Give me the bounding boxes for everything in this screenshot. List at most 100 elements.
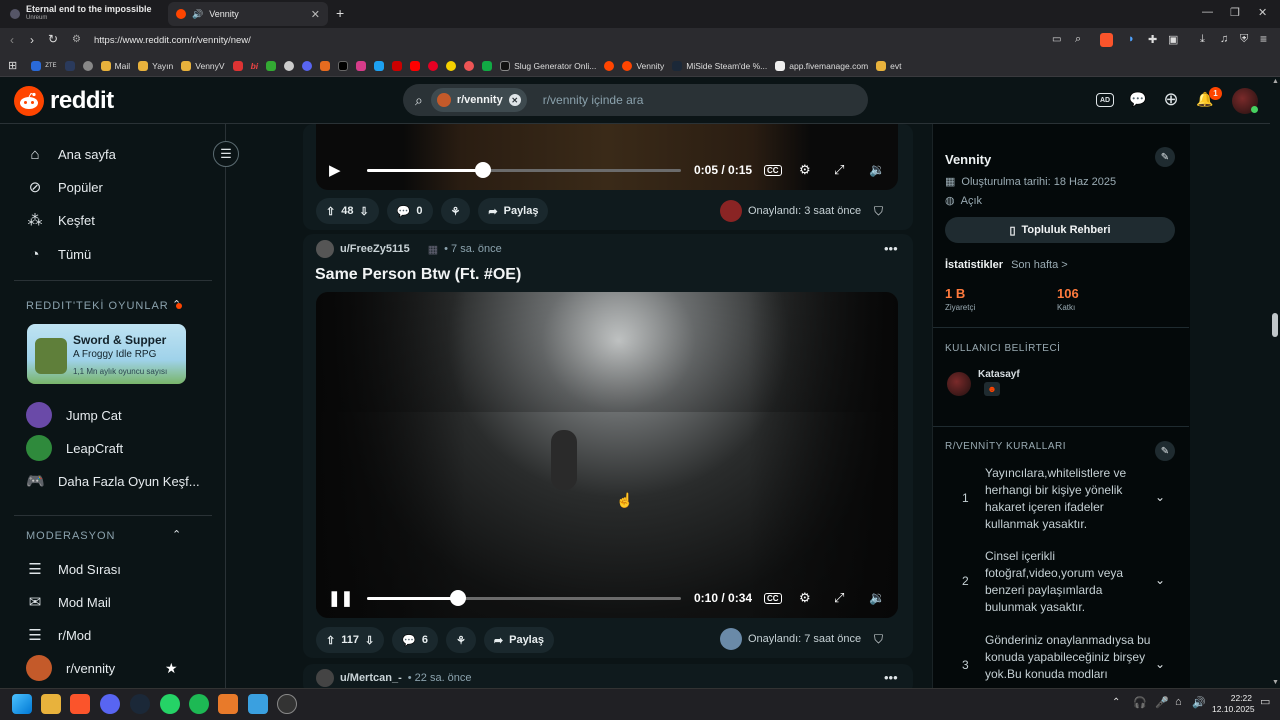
download-icon[interactable]: ⤓ — [1200, 33, 1205, 46]
sidebar-item-home[interactable]: ⌂ Ana sayfa — [26, 139, 115, 169]
clock[interactable]: 22:22 12.10.2025 — [1212, 693, 1255, 715]
tab-music[interactable]: Eternal end to the impossible Unreum — [2, 2, 164, 26]
back-icon[interactable]: ‹ — [10, 33, 14, 47]
bookmark-icon[interactable] — [82, 60, 93, 71]
game-jump-cat[interactable]: Jump Cat — [26, 400, 122, 430]
games-section-title[interactable]: REDDIT'TEKİ OYUNLAR — [26, 300, 182, 312]
bookmark-x[interactable] — [338, 60, 349, 71]
bookmark-icon[interactable] — [374, 60, 385, 71]
stats-range[interactable]: Son hafta > — [1011, 259, 1068, 271]
bookmark-instagram[interactable] — [356, 60, 367, 71]
bookmark-bi[interactable]: bi — [251, 61, 259, 71]
sidebar-item-all[interactable]: ◔ Tümü — [26, 239, 91, 269]
app-icon[interactable] — [248, 694, 268, 714]
bookmark-icon[interactable] — [464, 60, 475, 71]
bookmark-yayin[interactable]: Yayın — [138, 60, 173, 71]
headset-icon[interactable]: 🎧 — [1133, 696, 1147, 709]
bookmark-icon[interactable] — [302, 60, 313, 71]
rule-item[interactable]: 3 Gönderiniz onaylanmadıysa bu konuda ya… — [945, 632, 1175, 688]
forward-icon[interactable]: › — [30, 33, 34, 47]
play-icon[interactable]: ▶ — [329, 161, 341, 179]
spotify-icon[interactable] — [189, 694, 209, 714]
menu-icon[interactable]: ≡ — [1260, 32, 1267, 46]
bookmark-zte[interactable]: ZTE — [31, 60, 57, 71]
translate-icon[interactable]: ◗ — [1128, 33, 1135, 45]
app-icon[interactable] — [277, 694, 297, 714]
bookmark-icon[interactable] — [232, 60, 243, 71]
network-icon[interactable]: ⌂ — [1175, 696, 1182, 708]
discover-more-games[interactable]: 🎮 Daha Fazla Oyun Keşf... — [26, 466, 200, 496]
chevron-down-icon[interactable]: ⌄ — [1155, 657, 1165, 671]
chevron-down-icon[interactable]: ⌄ — [1155, 490, 1165, 504]
brave-browser-icon[interactable] — [70, 694, 90, 714]
sidebar-item-r-mod[interactable]: ☰ r/Mod — [26, 620, 91, 650]
sidebar-item-mod-queue[interactable]: ☰ Mod Sırası — [26, 554, 121, 584]
author-avatar[interactable] — [316, 669, 334, 687]
bookmark-icon[interactable] — [64, 60, 75, 71]
subreddit-chip[interactable]: r/vennity ✕ — [430, 88, 527, 112]
rule-item[interactable]: 1 Yayıncılara,whitelistlere ve herhangi … — [945, 465, 1175, 535]
more-options-icon[interactable]: ••• — [884, 241, 898, 256]
comments-button[interactable]: 💬 6 — [392, 627, 439, 653]
captions-icon[interactable]: CC — [764, 592, 782, 604]
share-button[interactable]: ➦ Paylaş — [478, 198, 549, 224]
chat-icon[interactable]: 💬 — [1129, 90, 1147, 108]
bookmark-miside[interactable]: MiSide Steam'de %... — [672, 60, 767, 71]
bookmark-fivemanage[interactable]: app.fivemanage.com — [775, 60, 868, 71]
cast-icon[interactable]: ▭ — [1052, 34, 1061, 45]
window-close-icon[interactable]: ✕ — [1258, 6, 1267, 19]
sidebar-item-r-vennity[interactable]: r/vennity — [26, 653, 115, 683]
sidebar-toggle-icon[interactable]: ▣ — [1168, 33, 1178, 46]
microphone-icon[interactable]: 🎤 — [1155, 696, 1169, 709]
settings-gear-icon[interactable]: ⚙ — [799, 590, 811, 606]
bookmark-icon[interactable] — [320, 60, 331, 71]
fullscreen-icon[interactable]: ⤢ — [834, 162, 844, 178]
bookmark-icon[interactable] — [604, 60, 615, 71]
fullscreen-icon[interactable]: ⤢ — [834, 590, 844, 606]
scrollbar-thumb[interactable] — [1272, 313, 1278, 337]
flair-username[interactable]: Katasayf — [978, 369, 1020, 380]
sidebar-item-explore[interactable]: ⁂ Keşfet — [26, 205, 95, 235]
apps-grid-icon[interactable]: ⊞ — [8, 59, 17, 72]
settings-gear-icon[interactable]: ⚙ — [799, 162, 811, 178]
zoom-icon[interactable]: ⌕ — [1075, 33, 1081, 46]
bookmark-icon[interactable] — [284, 60, 295, 71]
bookmark-youtube[interactable] — [410, 60, 421, 71]
steam-icon[interactable] — [130, 694, 150, 714]
post-author[interactable]: u/FreeZy5115 — [340, 243, 410, 255]
author-avatar[interactable] — [316, 240, 334, 258]
share-button[interactable]: ➦ Paylaş — [483, 627, 554, 653]
video-player[interactable]: ☝ ❚❚ 0:10 / 0:34 CC ⚙ ⤢ 🔉 — [316, 292, 898, 618]
extensions-icon[interactable]: ✚ — [1148, 33, 1157, 46]
volume-icon[interactable]: 🔉 — [869, 162, 885, 178]
reload-icon[interactable]: ↻ — [48, 32, 58, 46]
comments-button[interactable]: 💬 0 — [386, 198, 433, 224]
bookmark-vennity[interactable]: Vennity — [622, 60, 664, 71]
bookmark-evt[interactable]: evt — [876, 60, 902, 71]
bookmark-icon[interactable] — [266, 60, 277, 71]
page-scrollbar[interactable] — [1270, 77, 1280, 688]
more-options-icon[interactable]: ••• — [884, 670, 898, 685]
captions-icon[interactable]: CC — [764, 164, 782, 176]
upvote-icon[interactable]: ⇧ — [326, 634, 335, 647]
volume-icon[interactable]: 🔉 — [869, 590, 885, 606]
bookmark-vennyv[interactable]: VennyV — [181, 60, 225, 71]
bookmark-icon[interactable] — [482, 60, 493, 71]
create-post-icon[interactable]: ⊕ — [1162, 89, 1180, 109]
chevron-down-icon[interactable]: ⌄ — [1155, 573, 1165, 587]
advertise-icon[interactable]: AD — [1096, 93, 1114, 107]
award-button[interactable]: ⚘ — [446, 627, 476, 653]
notification-center-icon[interactable]: ▭ — [1260, 695, 1270, 708]
video-seek-bar[interactable] — [367, 589, 681, 606]
music-icon[interactable]: ♫ — [1220, 33, 1228, 45]
app-icon[interactable] — [218, 694, 238, 714]
video-player[interactable]: ▶ 0:05 / 0:15 CC ⚙ ⤢ 🔉 — [316, 124, 898, 190]
seek-handle[interactable] — [450, 589, 467, 606]
minimize-icon[interactable]: — — [1202, 6, 1213, 18]
brave-shield-icon[interactable] — [1100, 33, 1113, 47]
file-explorer-icon[interactable] — [41, 694, 61, 714]
chevron-up-icon[interactable]: ⌃ — [172, 528, 181, 541]
reddit-logo[interactable]: reddit — [14, 86, 114, 116]
bookmark-mail[interactable]: Mail — [100, 60, 130, 71]
scroll-down-icon[interactable]: ▼ — [1272, 679, 1279, 686]
